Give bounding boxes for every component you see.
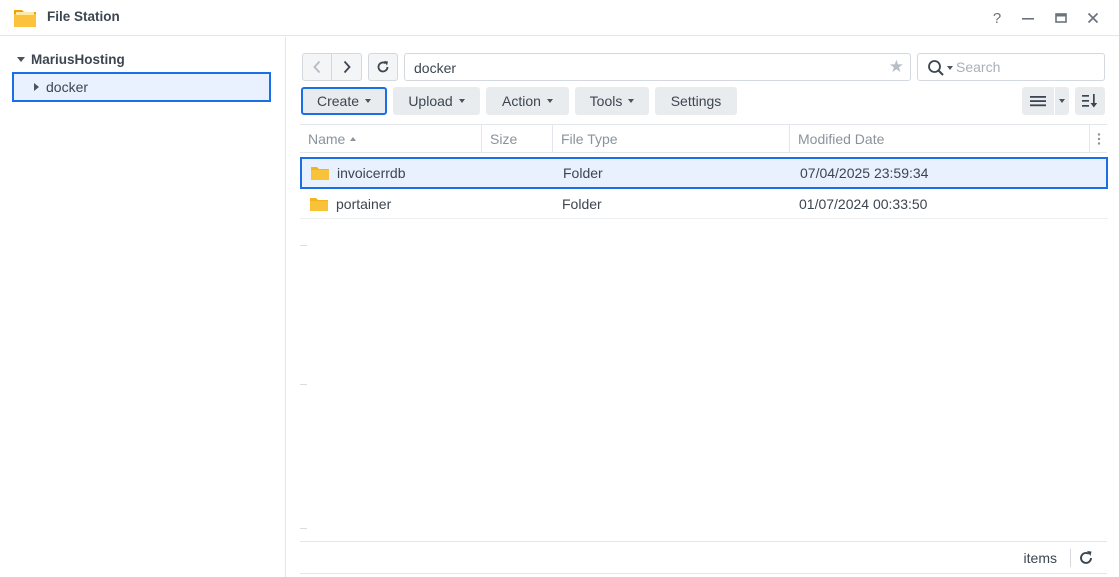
list-view-button[interactable]	[1022, 87, 1054, 115]
scroll-tick	[300, 245, 307, 246]
sidebar: MariusHosting docker	[0, 37, 286, 577]
status-bar: items	[300, 541, 1107, 573]
table-row[interactable]: portainer Folder 01/07/2024 00:33:50	[300, 189, 1108, 219]
column-header-label: Size	[490, 131, 518, 147]
refresh-button[interactable]	[368, 53, 398, 81]
tree-root-label: MariusHosting	[31, 52, 125, 67]
folder-icon	[311, 159, 329, 187]
create-button[interactable]: Create	[301, 87, 387, 115]
back-button[interactable]	[302, 53, 332, 81]
search-box[interactable]	[917, 53, 1105, 81]
column-header-name[interactable]: Name	[300, 125, 482, 153]
help-button[interactable]: ?	[986, 7, 1008, 29]
file-station-icon	[14, 10, 36, 27]
window-title: File Station	[47, 9, 120, 24]
table-header: Name Size File Type Modified Date	[300, 124, 1107, 153]
maximize-icon	[1055, 13, 1067, 23]
path-bar[interactable]: docker ★	[404, 53, 911, 81]
item-count: items	[1023, 550, 1057, 566]
caret-down-icon	[458, 99, 465, 103]
search-caret-icon[interactable]	[947, 66, 953, 70]
refresh-icon	[377, 61, 389, 73]
minimize-icon	[1022, 18, 1034, 20]
caret-down-icon	[365, 99, 372, 103]
title-bar: File Station ?	[0, 0, 1119, 36]
settings-button[interactable]: Settings	[655, 87, 737, 115]
sort-asc-icon	[350, 137, 357, 141]
caret-down-icon	[546, 99, 553, 103]
tree-root-mariushosting[interactable]: MariusHosting	[17, 52, 125, 67]
sort-icon	[1082, 94, 1098, 108]
column-header-size[interactable]: Size	[482, 125, 553, 153]
file-type: Folder	[562, 195, 602, 212]
action-label: Action	[502, 93, 541, 109]
chevron-right-icon	[343, 60, 351, 74]
column-header-label: Modified Date	[798, 131, 885, 147]
divider	[300, 573, 1107, 574]
column-header-modified-date[interactable]: Modified Date	[790, 125, 1090, 153]
star-icon[interactable]: ★	[889, 58, 904, 76]
settings-label: Settings	[670, 93, 722, 109]
tools-button[interactable]: Tools	[575, 87, 649, 115]
minimize-button[interactable]	[1017, 7, 1039, 29]
refresh-icon[interactable]	[1077, 549, 1095, 567]
file-name: invoicerrdb	[337, 165, 406, 181]
caret-down-icon	[1059, 99, 1065, 103]
file-type: Folder	[563, 165, 603, 181]
sidebar-item-docker[interactable]: docker	[12, 72, 271, 102]
caret-right-icon	[34, 83, 39, 91]
search-input[interactable]	[956, 57, 1096, 77]
divider	[1070, 549, 1071, 567]
column-header-file-type[interactable]: File Type	[553, 125, 790, 153]
modified-date: 07/04/2025 23:59:34	[800, 165, 929, 181]
column-header-label: Name	[308, 131, 346, 147]
path-text: docker	[414, 60, 457, 76]
close-button[interactable]	[1082, 7, 1104, 29]
close-icon	[1087, 12, 1099, 24]
upload-label: Upload	[408, 93, 453, 109]
column-header-label: File Type	[561, 131, 618, 147]
chevron-left-icon	[313, 60, 321, 74]
caret-down-icon	[17, 57, 25, 62]
maximize-button[interactable]	[1050, 7, 1072, 29]
modified-date: 01/07/2024 00:33:50	[799, 195, 928, 212]
tools-label: Tools	[589, 93, 623, 109]
list-view-icon	[1030, 96, 1046, 107]
caret-down-icon	[628, 99, 635, 103]
search-icon[interactable]	[927, 59, 945, 77]
file-name: portainer	[336, 195, 392, 212]
view-mode-dropdown[interactable]	[1055, 87, 1069, 115]
create-label: Create	[316, 93, 360, 109]
forward-button[interactable]	[332, 53, 362, 81]
folder-icon	[310, 189, 328, 218]
table-row[interactable]: invoicerrdb Folder 07/04/2025 23:59:34	[300, 157, 1108, 189]
scroll-tick	[300, 528, 307, 529]
sidebar-item-label: docker	[46, 79, 89, 95]
scroll-tick	[300, 384, 307, 385]
upload-button[interactable]: Upload	[393, 87, 480, 115]
more-vertical-icon	[1097, 133, 1100, 145]
action-button[interactable]: Action	[486, 87, 569, 115]
sort-button[interactable]	[1075, 87, 1105, 115]
column-options-button[interactable]	[1090, 125, 1107, 153]
